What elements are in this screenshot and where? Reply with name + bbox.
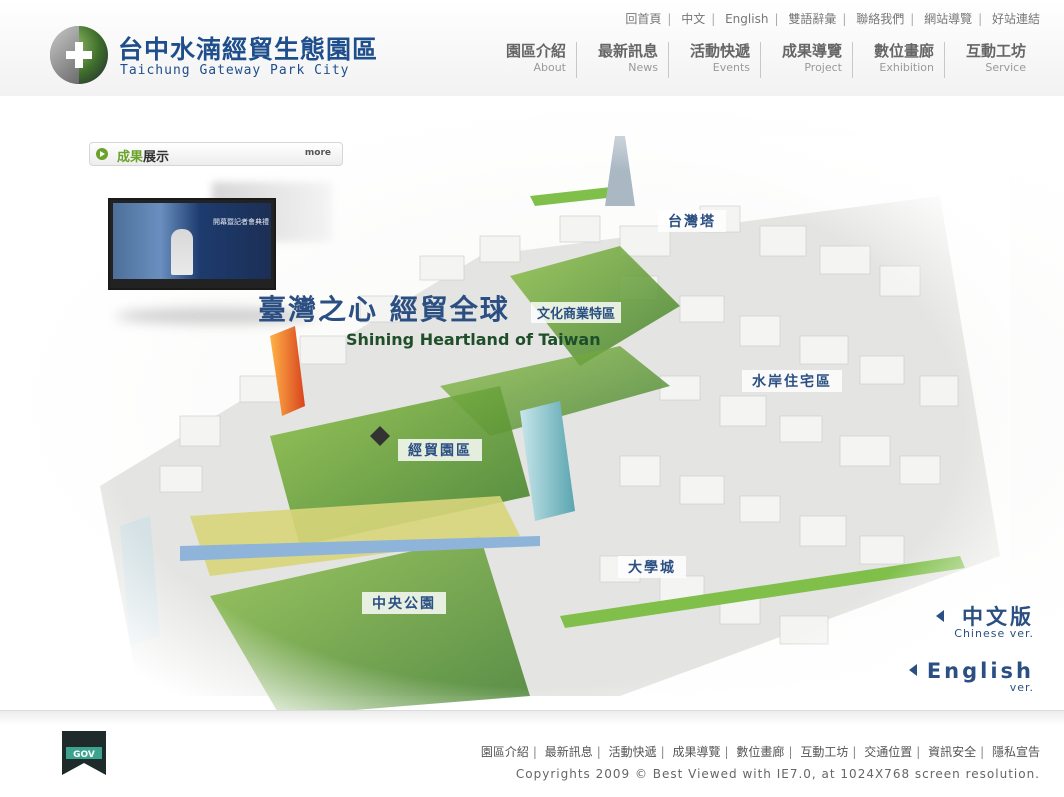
gov-logo-text: GOV bbox=[73, 750, 95, 760]
zone-label-taiwan-tower[interactable]: 台灣塔 bbox=[658, 210, 726, 232]
top-link-sitemap[interactable]: 網站導覽 bbox=[924, 12, 972, 26]
video-thumbnail: 開幕暨記者會典禮 bbox=[113, 203, 271, 279]
top-link-glossary[interactable]: 雙語辭彙 bbox=[788, 12, 836, 26]
arrow-left-icon bbox=[908, 664, 917, 676]
nav-item-news[interactable]: 最新訊息 News bbox=[576, 42, 668, 78]
top-link-english[interactable]: English bbox=[725, 12, 768, 26]
showcase-title: 成果展示 bbox=[117, 150, 170, 165]
footer-link-about[interactable]: 園區介紹 bbox=[481, 745, 529, 759]
footer-link-project[interactable]: 成果導覽 bbox=[673, 745, 721, 759]
nav-item-project[interactable]: 成果導覽 Project bbox=[760, 42, 852, 78]
site-title-zh[interactable]: 台中水湳經貿生態園區 bbox=[118, 30, 378, 66]
zone-label-trade-park[interactable]: 經貿園區 bbox=[398, 439, 482, 461]
top-link-home[interactable]: 回首頁 bbox=[625, 12, 661, 26]
site-logo-icon[interactable] bbox=[50, 26, 108, 84]
zone-label-culture-commerce[interactable]: 文化商業特區 bbox=[531, 302, 622, 323]
top-link-contact[interactable]: 聯絡我們 bbox=[856, 12, 904, 26]
showcase-video-screen[interactable]: 開幕暨記者會典禮 bbox=[108, 198, 276, 290]
showcase-header: 成果展示 more bbox=[89, 142, 343, 166]
play-circle-icon bbox=[96, 148, 108, 160]
site-footer: GOV 園區介紹 | 最新訊息 | 活動快遞 | 成果導覽 | 數位畫廊 | 互動工坊 | … bbox=[0, 710, 1064, 797]
site-title-en: Taichung Gateway Park City bbox=[120, 63, 350, 78]
top-utility-links: 回首頁 | 中文 | English | 雙語辭彙 | 聯絡我們 | 網站導覽 | 好站連結 bbox=[625, 12, 1040, 26]
footer-links: 園區介紹 | 最新訊息 | 活動快遞 | 成果導覽 | 數位畫廊 | 互動工坊 | 交通位置… bbox=[480, 745, 1040, 759]
chinese-version-button[interactable]: 中文版 Chinese ver. bbox=[936, 606, 1034, 640]
slogan-en: Shining Heartland of Taiwan bbox=[346, 330, 601, 349]
copyright-text: Copyrights 2009 © Best Viewed with IE7.0… bbox=[515, 767, 1040, 781]
nav-item-events[interactable]: 活動快遞 Events bbox=[668, 42, 760, 78]
footer-link-events[interactable]: 活動快遞 bbox=[609, 745, 657, 759]
video-caption: 開幕暨記者會典禮 bbox=[213, 218, 269, 226]
speaker-figure bbox=[171, 229, 193, 275]
zone-label-central-park[interactable]: 中央公園 bbox=[362, 592, 446, 614]
zone-label-university-city[interactable]: 大學城 bbox=[618, 556, 686, 578]
footer-link-security[interactable]: 資訊安全 bbox=[928, 745, 976, 759]
footer-link-service[interactable]: 互動工坊 bbox=[800, 745, 848, 759]
nav-item-exhibition[interactable]: 數位畫廊 Exhibition bbox=[852, 42, 944, 78]
top-link-chinese[interactable]: 中文 bbox=[681, 12, 705, 26]
arrow-left-icon bbox=[936, 610, 945, 622]
hero-stage: 成果展示 more 開幕暨記者會典禮 臺灣之心 經貿全球 Shining Hea… bbox=[0, 96, 1064, 710]
footer-link-gallery[interactable]: 數位畫廊 bbox=[736, 745, 784, 759]
footer-link-privacy[interactable]: 隱私宣告 bbox=[992, 745, 1040, 759]
showcase-more-link[interactable]: more bbox=[305, 148, 331, 158]
english-version-button[interactable]: English ver. bbox=[908, 660, 1034, 694]
nav-item-service[interactable]: 互動工坊 Service bbox=[944, 42, 1036, 78]
site-header: 台中水湳經貿生態園區 Taichung Gateway Park City 回首… bbox=[0, 0, 1064, 96]
footer-link-transport[interactable]: 交通位置 bbox=[864, 745, 912, 759]
nav-item-about[interactable]: 園區介紹 About bbox=[484, 42, 576, 78]
footer-link-news[interactable]: 最新訊息 bbox=[545, 745, 593, 759]
top-link-links[interactable]: 好站連結 bbox=[992, 12, 1040, 26]
slogan-zh: 臺灣之心 經貿全球 bbox=[258, 293, 510, 326]
zone-label-waterfront-residential[interactable]: 水岸住宅區 bbox=[742, 370, 842, 392]
gov-logo-icon[interactable]: GOV bbox=[62, 731, 106, 775]
main-nav: 園區介紹 About 最新訊息 News 活動快遞 Events 成果導覽 Projec… bbox=[484, 42, 1036, 78]
